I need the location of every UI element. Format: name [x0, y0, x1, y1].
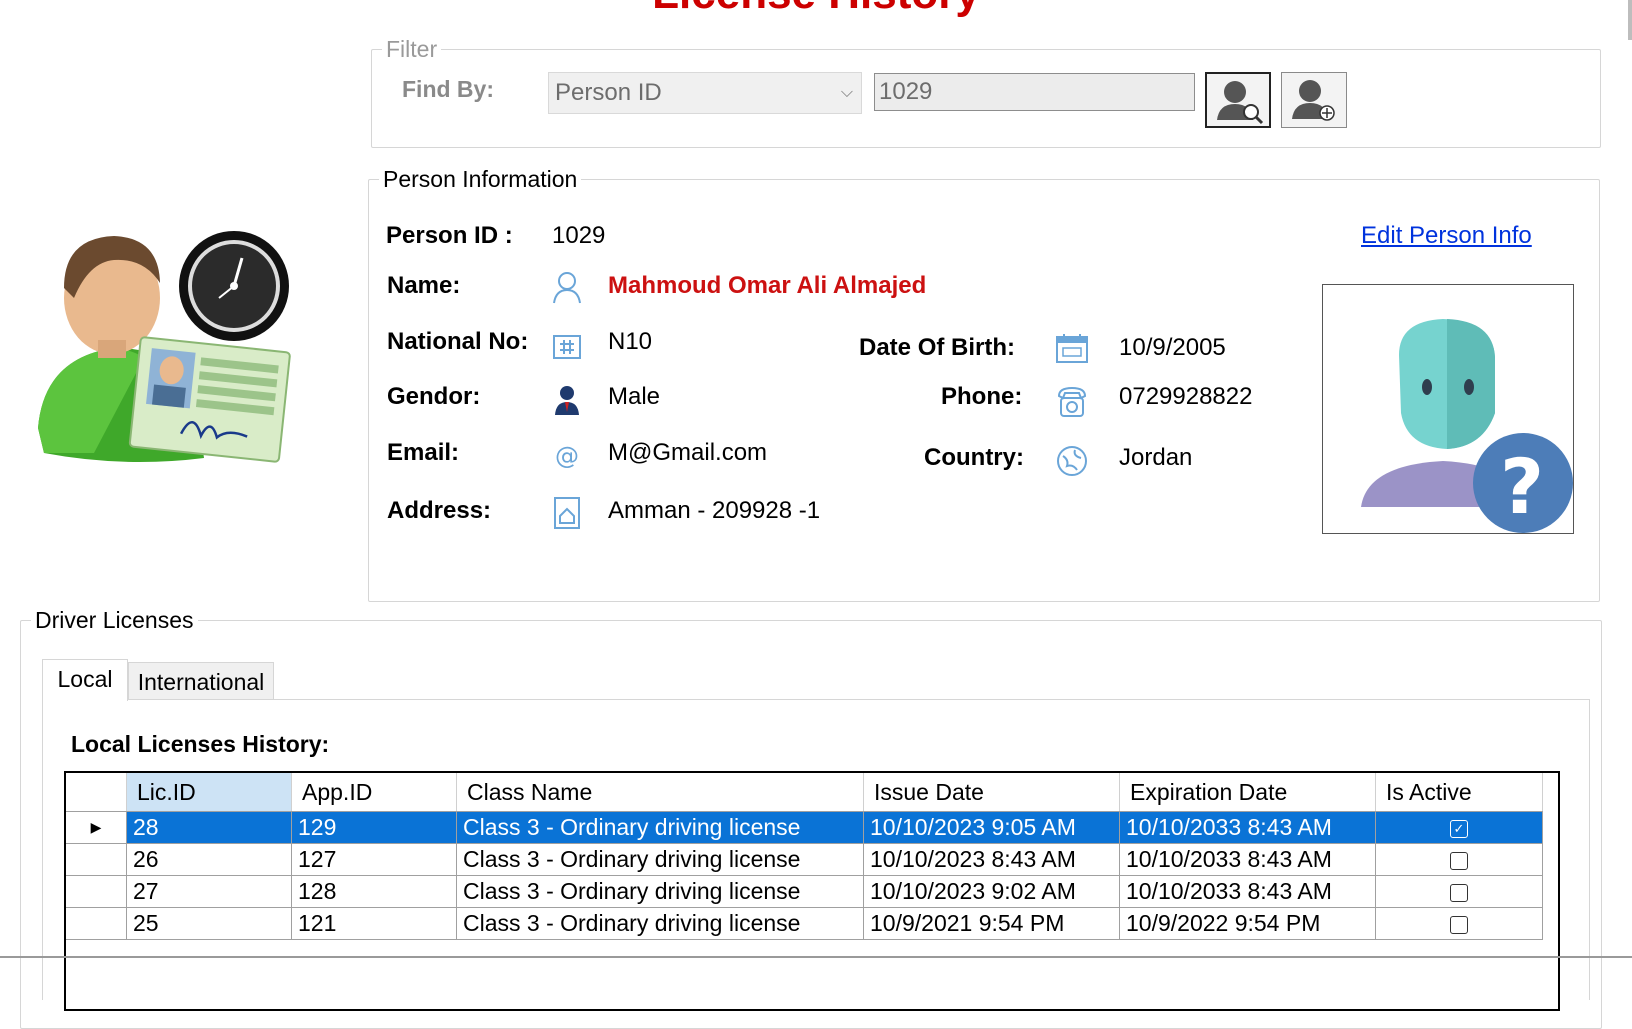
licenses-table: Lic.ID App.ID Class Name Issue Date Expi…	[66, 773, 1543, 940]
email-value: M@Gmail.com	[608, 439, 768, 466]
person-id-label: Person ID :	[386, 222, 513, 249]
column-header[interactable]: Expiration Date	[1119, 773, 1376, 812]
national-no-label: National No:	[387, 328, 529, 355]
filter-legend: Filter	[386, 36, 438, 62]
page-title: License History	[0, 0, 1632, 20]
name-label: Name:	[387, 272, 461, 299]
cell-issue-date: 10/10/2023 9:02 AM	[863, 875, 1120, 908]
svg-text:@: @	[555, 442, 579, 470]
cell-app-id: 121	[291, 907, 457, 940]
person-id-value: 1029	[552, 222, 606, 249]
gendor-value: Male	[608, 383, 661, 410]
row-selector	[66, 875, 127, 908]
house-icon	[552, 496, 582, 530]
cell-lic-id: 28	[126, 811, 292, 844]
id-card-icon	[552, 332, 582, 362]
cell-expiration-date: 10/10/2033 8:43 AM	[1119, 843, 1376, 876]
is-active-checkbox[interactable]	[1450, 915, 1468, 934]
cell-issue-date: 10/9/2021 9:54 PM	[863, 907, 1120, 940]
cell-expiration-date: 10/10/2033 8:43 AM	[1119, 875, 1376, 908]
cell-class-name: Class 3 - Ordinary driving license	[456, 875, 864, 908]
person-info-legend: Person Information	[383, 166, 578, 192]
cell-class-name: Class 3 - Ordinary driving license	[456, 811, 864, 844]
cell-class-name: Class 3 - Ordinary driving license	[456, 843, 864, 876]
country-value: Jordan	[1119, 444, 1193, 471]
gendor-label: Gendor:	[387, 383, 481, 410]
row-header-corner	[66, 773, 127, 812]
person-outline-icon	[552, 270, 582, 304]
column-header[interactable]: Issue Date	[863, 773, 1120, 812]
table-header-row: Lic.ID App.ID Class Name Issue Date Expi…	[66, 773, 1543, 812]
find-by-label: Find By:	[402, 76, 494, 102]
add-person-button[interactable]	[1281, 72, 1347, 128]
cell-is-active: ✓	[1375, 811, 1543, 844]
cell-is-active	[1375, 907, 1543, 940]
country-label: Country:	[924, 444, 1024, 471]
cell-issue-date: 10/10/2023 9:05 AM	[863, 811, 1120, 844]
license-history-illustration	[34, 228, 309, 483]
address-value: Amman - 209928 -1	[608, 497, 821, 524]
cell-class-name: Class 3 - Ordinary driving license	[456, 907, 864, 940]
column-header[interactable]: Class Name	[456, 773, 864, 812]
svg-text:?: ?	[1500, 442, 1544, 531]
licenses-grid[interactable]: Lic.ID App.ID Class Name Issue Date Expi…	[64, 771, 1560, 1011]
address-label: Address:	[387, 497, 492, 524]
find-by-combobox[interactable]: Person ID ⌵	[548, 72, 862, 114]
column-header[interactable]: Lic.ID	[126, 773, 292, 812]
telephone-icon	[1055, 384, 1089, 420]
cell-expiration-date: 10/9/2022 9:54 PM	[1119, 907, 1376, 940]
cell-lic-id: 26	[126, 843, 292, 876]
search-input[interactable]: 1029	[874, 73, 1195, 111]
cell-issue-date: 10/10/2023 8:43 AM	[863, 843, 1120, 876]
edit-person-info-link[interactable]: Edit Person Info	[1361, 222, 1532, 250]
table-row[interactable]: 27 128 Class 3 - Ordinary driving licens…	[66, 875, 1543, 908]
tab-international[interactable]: International	[128, 662, 274, 700]
person-add-icon	[1292, 80, 1335, 121]
cell-expiration-date: 10/10/2033 8:43 AM	[1119, 811, 1376, 844]
table-row[interactable]: ▶ 28 129 Class 3 - Ordinary driving lice…	[66, 811, 1543, 844]
column-header[interactable]: Is Active	[1375, 773, 1543, 812]
phone-label: Phone:	[941, 383, 1023, 410]
cell-is-active	[1375, 843, 1543, 876]
row-selector	[66, 843, 127, 876]
man-icon	[552, 384, 582, 416]
row-selector-arrow-icon: ▶	[66, 811, 127, 844]
is-active-checkbox[interactable]	[1450, 883, 1468, 902]
dob-label: Date Of Birth:	[859, 334, 1015, 361]
cell-app-id: 129	[291, 811, 457, 844]
cell-lic-id: 27	[126, 875, 292, 908]
is-active-checkbox[interactable]	[1450, 851, 1468, 870]
cell-app-id: 128	[291, 875, 457, 908]
person-search-icon	[1217, 81, 1264, 125]
cell-app-id: 127	[291, 843, 457, 876]
cell-is-active	[1375, 875, 1543, 908]
is-active-checkbox[interactable]: ✓	[1450, 819, 1468, 838]
window-bottom-edge	[0, 956, 1632, 958]
find-person-button[interactable]	[1205, 72, 1271, 128]
person-photo: ?	[1322, 284, 1574, 534]
column-header[interactable]: App.ID	[291, 773, 457, 812]
row-selector	[66, 907, 127, 940]
email-label: Email:	[387, 439, 460, 466]
table-row[interactable]: 26 127 Class 3 - Ordinary driving licens…	[66, 843, 1543, 876]
chevron-down-icon: ⌵	[840, 84, 853, 101]
tab-local[interactable]: Local	[42, 659, 128, 701]
unknown-person-icon: ?	[1361, 319, 1573, 533]
national-no-value: N10	[608, 328, 653, 355]
calendar-icon	[1055, 332, 1089, 364]
dob-value: 10/9/2005	[1119, 334, 1226, 361]
find-by-selected: Person ID	[555, 79, 662, 106]
window-scrollbar[interactable]	[1628, 0, 1632, 40]
globe-icon	[1055, 444, 1089, 478]
name-value: Mahmoud Omar Ali Almajed	[608, 272, 927, 299]
local-licenses-history-label: Local Licenses History:	[71, 731, 330, 757]
at-sign-icon: @	[552, 440, 582, 470]
driver-licenses-legend: Driver Licenses	[35, 607, 194, 633]
phone-value: 0729928822	[1119, 383, 1253, 410]
table-row[interactable]: 25 121 Class 3 - Ordinary driving licens…	[66, 907, 1543, 940]
cell-lic-id: 25	[126, 907, 292, 940]
